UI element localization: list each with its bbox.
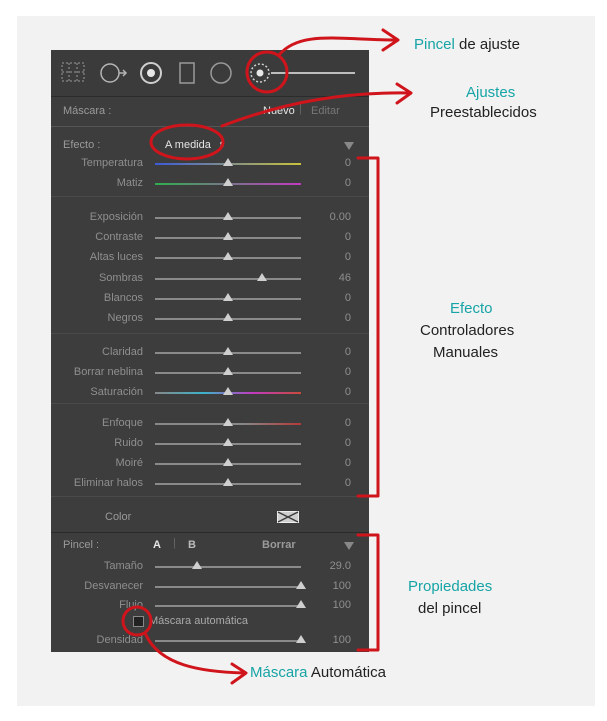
effect-bracket [356,156,380,498]
annotation-presets-title: Ajustes [466,84,516,101]
annotation-brush-props-text: del pincel [418,600,482,617]
annotation-effect-text1: Controladores [420,322,515,339]
annotation-presets-text: Preestablecidos [430,104,537,121]
annotation-brush-props-title: Propiedades [408,578,493,595]
annotation-automask-text: Automática [310,664,386,681]
annotation-effect-text2: Manuales [433,344,499,361]
brush-arrow [277,36,398,57]
annotation-automask-highlight: Máscara [250,664,308,681]
annotation-effect-title: Efecto [450,300,493,317]
annotation-automask: Máscara Automática [250,664,386,681]
annotation-brush-text: de ajuste [459,36,520,53]
auto-mask-highlight-circle [121,605,153,637]
preset-arrow [220,91,412,128]
auto-mask-arrow [144,633,247,675]
brush-bracket [356,533,380,652]
brush-highlight-circle [245,50,289,94]
preset-highlight-ellipse [149,123,225,161]
annotation-brush: Pincel de ajuste [414,36,520,53]
annotation-brush-highlight: Pincel [414,36,455,53]
